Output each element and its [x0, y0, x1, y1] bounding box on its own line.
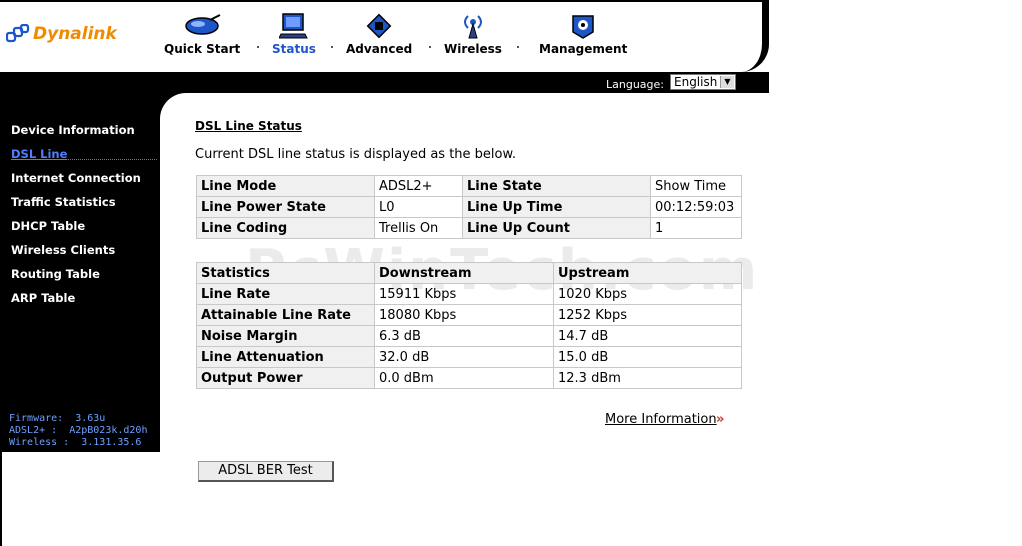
table-row: Attainable Line Rate 18080 Kbps 1252 Kbp…: [196, 304, 742, 326]
table-row: Noise Margin 6.3 dB 14.7 dB: [196, 325, 742, 347]
advanced-chip-icon: [366, 13, 392, 39]
table-cell-label: Line Rate: [196, 283, 375, 305]
more-information-link[interactable]: More Information: [605, 412, 717, 427]
sidebar-item-arp-table[interactable]: ARP Table: [11, 291, 75, 305]
double-chevron-right-icon[interactable]: »: [716, 412, 725, 427]
table-cell-value: 1: [650, 217, 742, 239]
table-row: Output Power 0.0 dBm 12.3 dBm: [196, 367, 742, 389]
table-row: Line Coding Trellis On Line Up Count 1: [196, 217, 742, 239]
table-cell-value: L0: [374, 196, 463, 218]
table-row: Line Power State L0 Line Up Time 00:12:5…: [196, 196, 742, 218]
nav-separator: [331, 46, 333, 48]
nav-advanced-label: Advanced: [346, 42, 413, 56]
table-row: Line Rate 15911 Kbps 1020 Kbps: [196, 283, 742, 305]
table-cell-value: 1020 Kbps: [553, 283, 742, 305]
sidebar-item-internet-connection[interactable]: Internet Connection: [11, 171, 141, 185]
table-cell-value: Show Time: [650, 175, 742, 197]
statistics-table: Statistics Downstream Upstream Line Rate…: [196, 262, 742, 389]
table-cell-value: 1252 Kbps: [553, 304, 742, 326]
nav-management[interactable]: Management: [539, 10, 627, 56]
column-header: Upstream: [553, 262, 742, 284]
table-cell-label: Noise Margin: [196, 325, 375, 347]
table-row: Line Mode ADSL2+ Line State Show Time: [196, 175, 742, 197]
sidebar-item-routing-table[interactable]: Routing Table: [11, 267, 100, 281]
content-corner: [160, 93, 190, 123]
adsl-ber-test-button[interactable]: ADSL BER Test: [198, 461, 334, 482]
table-cell-value: 32.0 dB: [374, 346, 554, 368]
nav-quick-start[interactable]: Quick Start: [164, 10, 240, 56]
table-cell-value: 0.0 dBm: [374, 367, 554, 389]
brand-logo[interactable]: Dynalink: [6, 24, 117, 44]
table-cell-value: ADSL2+: [374, 175, 463, 197]
wireless-antenna-icon: [463, 15, 482, 39]
table-cell-label: Line State: [462, 175, 651, 197]
language-label: Language:: [606, 78, 664, 91]
table-cell-label: Output Power: [196, 367, 375, 389]
sidebar-divider: [11, 159, 157, 160]
table-cell-label: Attainable Line Rate: [196, 304, 375, 326]
sidebar-item-traffic-statistics[interactable]: Traffic Statistics: [11, 195, 116, 209]
table-cell-label: Line Up Count: [462, 217, 651, 239]
nav-advanced[interactable]: Advanced: [346, 10, 412, 56]
line-status-table: Line Mode ADSL2+ Line State Show Time Li…: [196, 175, 742, 239]
nav-quick-start-label: Quick Start: [164, 42, 241, 56]
nav-wireless[interactable]: Wireless: [444, 10, 502, 56]
table-cell-value: 15.0 dB: [553, 346, 742, 368]
table-cell-label: Line Coding: [196, 217, 375, 239]
firmware-version: Firmware: 3.63u: [9, 413, 106, 424]
nav-wireless-label: Wireless: [444, 42, 502, 56]
column-header: Statistics: [196, 262, 375, 284]
quick-start-icon: [185, 14, 221, 35]
nav-separator: [517, 46, 519, 48]
page-title: DSL Line Status: [195, 119, 302, 133]
header: Dynalink Quick Start Status Advanced Wir…: [0, 0, 769, 72]
nav-separator: [429, 46, 431, 48]
status-monitor-icon: [278, 13, 308, 39]
sidebar-item-device-information[interactable]: Device Information: [11, 123, 135, 137]
column-header: Downstream: [374, 262, 554, 284]
table-cell-label: Line Mode: [196, 175, 375, 197]
table-header-row: Statistics Downstream Upstream: [196, 262, 742, 284]
table-cell-label: Line Power State: [196, 196, 375, 218]
nav-separator: [257, 46, 259, 48]
nav-status-label: Status: [272, 42, 316, 56]
adsl-version: ADSL2+ : A2pB023k.d20h: [9, 425, 148, 436]
table-cell-value: 00:12:59:03: [650, 196, 742, 218]
table-cell-value: 18080 Kbps: [374, 304, 554, 326]
page-description: Current DSL line status is displayed as …: [195, 147, 517, 162]
sidebar-item-wireless-clients[interactable]: Wireless Clients: [11, 243, 115, 257]
table-cell-label: Line Attenuation: [196, 346, 375, 368]
nav-management-label: Management: [539, 42, 628, 56]
table-cell-value: Trellis On: [374, 217, 463, 239]
nav-status[interactable]: Status: [272, 10, 316, 56]
table-cell-value: 6.3 dB: [374, 325, 554, 347]
sidebar-item-dhcp-table[interactable]: DHCP Table: [11, 219, 85, 233]
chevron-down-icon[interactable]: ▼: [720, 76, 734, 88]
table-cell-value: 15911 Kbps: [374, 283, 554, 305]
table-cell-value: 14.7 dB: [553, 325, 742, 347]
table-cell-value: 12.3 dBm: [553, 367, 742, 389]
table-row: Line Attenuation 32.0 dB 15.0 dB: [196, 346, 742, 368]
management-icon: [572, 15, 594, 39]
dynalink-logo-icon: [6, 24, 30, 43]
brand-name: Dynalink: [33, 24, 117, 44]
language-select[interactable]: English ▼: [670, 74, 736, 90]
language-selected-value: English: [674, 75, 718, 89]
table-cell-label: Line Up Time: [462, 196, 651, 218]
wireless-version: Wireless : 3.131.35.6: [9, 437, 142, 448]
